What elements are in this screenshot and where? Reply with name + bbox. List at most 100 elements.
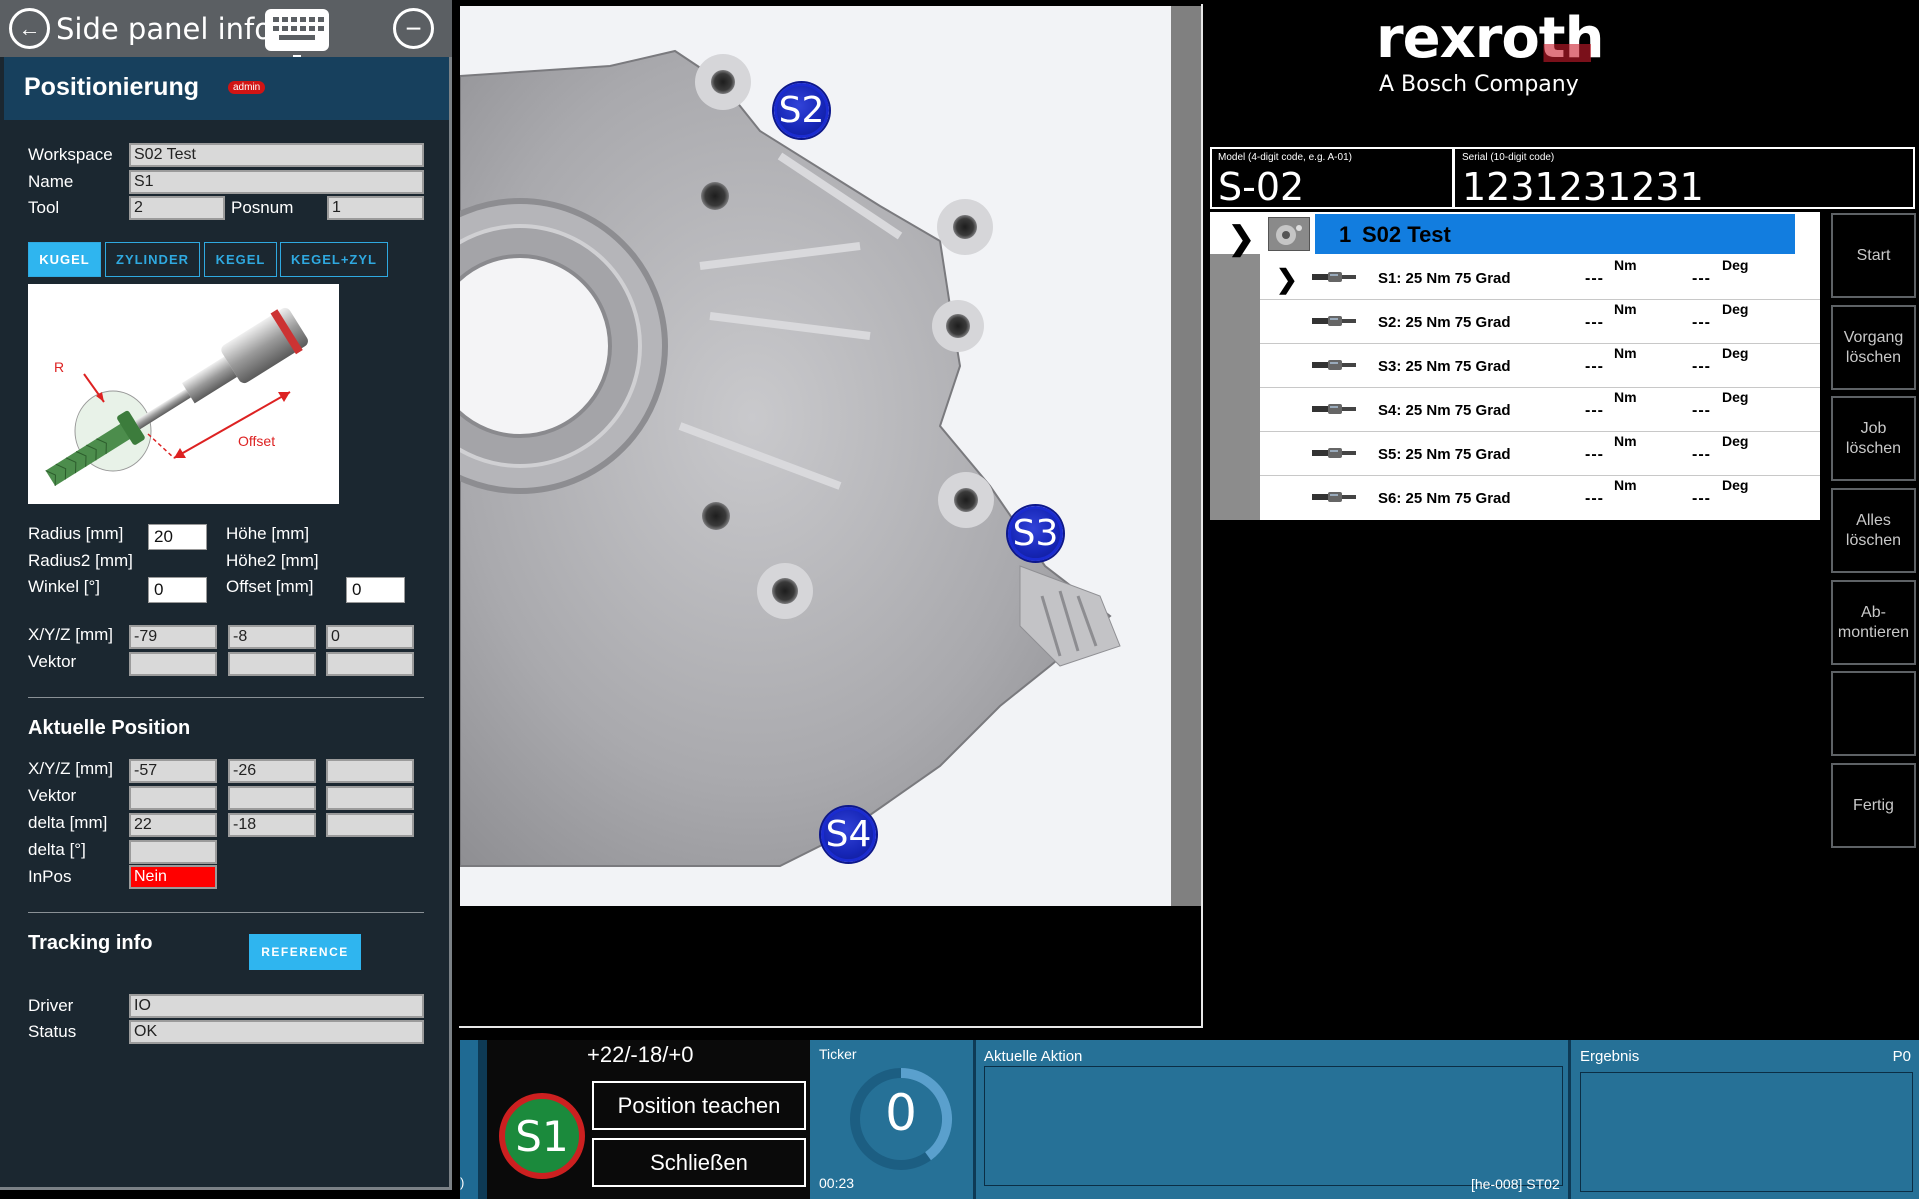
job-loeschen-button[interactable]: Job löschen bbox=[1831, 396, 1916, 481]
image-scrollbar[interactable] bbox=[1171, 6, 1201, 906]
y-field[interactable]: -8 bbox=[228, 625, 316, 649]
step-nm-value: --- bbox=[1585, 358, 1604, 375]
empty-button[interactable] bbox=[1831, 671, 1916, 756]
delta-y-field: -18 bbox=[228, 813, 316, 837]
step-row[interactable]: ❯ S1: 25 Nm 75 Grad --- Nm --- Deg bbox=[1260, 256, 1820, 300]
action-content-box bbox=[984, 1066, 1563, 1186]
schliessen-button[interactable]: Schließen bbox=[592, 1138, 806, 1187]
step-row[interactable]: S2: 25 Nm 75 Grad --- Nm --- Deg bbox=[1260, 300, 1820, 344]
minimize-icon[interactable]: − bbox=[393, 8, 434, 49]
step-row[interactable]: S4: 25 Nm 75 Grad --- Nm --- Deg bbox=[1260, 388, 1820, 432]
divider bbox=[28, 697, 424, 698]
section-header: Positionierung admin bbox=[4, 57, 449, 120]
vorgang-loeschen-button[interactable]: Vorgang löschen bbox=[1831, 305, 1916, 390]
action-label: Aktuelle Aktion bbox=[984, 1048, 1083, 1065]
serial-box[interactable]: Serial (10-digit code) 1231231231 bbox=[1453, 147, 1915, 209]
fertig-button[interactable]: Fertig bbox=[1831, 763, 1916, 848]
posnum-field[interactable]: 1 bbox=[327, 196, 424, 220]
radius-input[interactable]: 20 bbox=[148, 524, 207, 550]
cur-x-field: -57 bbox=[129, 759, 217, 783]
side-panel: ← Side panel inform − Positionierung adm… bbox=[0, 0, 452, 1190]
brand-tagline: A Bosch Company bbox=[1379, 72, 1579, 97]
action-panel: Aktuelle Aktion [he-008] ST02 bbox=[973, 1040, 1568, 1199]
step-row[interactable]: S3: 25 Nm 75 Grad --- Nm --- Deg bbox=[1260, 344, 1820, 388]
cur-z-field bbox=[326, 759, 414, 783]
brand-stripe bbox=[1376, 44, 1591, 62]
result-code: P0 bbox=[1892, 1048, 1911, 1065]
admin-badge: admin bbox=[228, 81, 266, 94]
step-label: S3: 25 Nm 75 Grad bbox=[1378, 358, 1511, 375]
step-nm-unit: Nm bbox=[1614, 345, 1637, 361]
radius-label: Radius [mm] bbox=[28, 524, 124, 543]
radius2-label: Radius2 [mm] bbox=[28, 551, 133, 570]
ticker-time: 00:23 bbox=[819, 1175, 855, 1191]
status-field[interactable]: OK bbox=[129, 1020, 424, 1044]
mode-zylinder-button[interactable]: ZYLINDER bbox=[105, 242, 200, 277]
back-arrow-icon[interactable]: ← bbox=[9, 8, 50, 49]
position-teachen-button[interactable]: Position teachen bbox=[592, 1081, 806, 1130]
mode-diagram: R Offset bbox=[28, 284, 339, 504]
step-deg-unit: Deg bbox=[1722, 433, 1749, 449]
keyboard-icon[interactable] bbox=[265, 9, 329, 59]
expand-chevron-icon[interactable]: ❯ bbox=[1228, 219, 1255, 257]
step-deg-value: --- bbox=[1692, 314, 1711, 331]
divider bbox=[28, 912, 424, 913]
vektor-label: Vektor bbox=[28, 652, 77, 671]
job-list-gutter bbox=[1210, 254, 1260, 520]
abmontieren-button[interactable]: Ab-montieren bbox=[1831, 580, 1916, 665]
step-deg-unit: Deg bbox=[1722, 301, 1749, 317]
delta-x-field: 22 bbox=[129, 813, 217, 837]
offset-input[interactable]: 0 bbox=[346, 577, 405, 603]
step-row[interactable]: S6: 25 Nm 75 Grad --- Nm --- Deg bbox=[1260, 476, 1820, 520]
driver-label: Driver bbox=[28, 996, 74, 1015]
serial-value: 1231231231 bbox=[1462, 165, 1704, 209]
step-chevron-icon: ❯ bbox=[1276, 264, 1298, 294]
driver-field[interactable]: IO bbox=[129, 994, 424, 1018]
mode-kugel-button[interactable]: KUGEL bbox=[28, 242, 101, 277]
mode-kegel-button[interactable]: KEGEL bbox=[204, 242, 277, 277]
housing-part-image bbox=[372, 49, 1121, 867]
screwdriver-icon bbox=[1312, 272, 1356, 282]
step-deg-value: --- bbox=[1692, 358, 1711, 375]
delta-readout: +22/-18/+0 bbox=[587, 1042, 694, 1067]
mode-kegel-zyl-button[interactable]: KEGEL+ZYL bbox=[280, 242, 388, 277]
step-deg-value: --- bbox=[1692, 270, 1711, 287]
workspace-field[interactable]: S02 Test bbox=[129, 143, 424, 167]
cur-vektor-y-field bbox=[228, 786, 316, 810]
z-field[interactable]: 0 bbox=[326, 625, 414, 649]
model-box[interactable]: Model (4-digit code, e.g. A-01) S-02 bbox=[1210, 147, 1454, 209]
vektor-y-field[interactable] bbox=[228, 652, 316, 676]
start-button[interactable]: Start bbox=[1831, 213, 1916, 298]
vektor-z-field[interactable] bbox=[326, 652, 414, 676]
diagram-offset-label: Offset bbox=[238, 433, 275, 449]
x-field[interactable]: -79 bbox=[129, 625, 217, 649]
serial-label: Serial (10-digit code) bbox=[1462, 152, 1555, 163]
job-selected-row[interactable]: 1 S02 Test bbox=[1315, 214, 1795, 254]
step-nm-unit: Nm bbox=[1614, 257, 1637, 273]
step-row[interactable]: S5: 25 Nm 75 Grad --- Nm --- Deg bbox=[1260, 432, 1820, 476]
job-thumbnail bbox=[1268, 217, 1310, 251]
name-field[interactable]: S1 bbox=[129, 170, 424, 194]
vektor-x-field[interactable] bbox=[129, 652, 217, 676]
step-label: S6: 25 Nm 75 Grad bbox=[1378, 490, 1511, 507]
step-deg-value: --- bbox=[1692, 402, 1711, 419]
reference-button[interactable]: REFERENCE bbox=[249, 934, 361, 970]
delta-deg-label: delta [°] bbox=[28, 840, 86, 859]
tool-field[interactable]: 2 bbox=[129, 196, 225, 220]
step-nm-value: --- bbox=[1585, 490, 1604, 507]
alles-loeschen-button[interactable]: Alles löschen bbox=[1831, 488, 1916, 573]
step-nm-unit: Nm bbox=[1614, 477, 1637, 493]
step-nm-unit: Nm bbox=[1614, 389, 1637, 405]
step-nm-value: --- bbox=[1585, 446, 1604, 463]
step-nm-unit: Nm bbox=[1614, 301, 1637, 317]
current-step-indicator: S1 bbox=[499, 1093, 585, 1179]
step-label: S5: 25 Nm 75 Grad bbox=[1378, 446, 1511, 463]
hoehe2-label: Höhe2 [mm] bbox=[226, 551, 319, 570]
pin-s2[interactable]: S2 bbox=[774, 83, 829, 138]
pin-s3[interactable]: S3 bbox=[1008, 506, 1063, 561]
step-deg-value: --- bbox=[1692, 490, 1711, 507]
winkel-input[interactable]: 0 bbox=[148, 577, 207, 603]
pin-s4[interactable]: S4 bbox=[821, 807, 876, 862]
cur-vektor-z-field bbox=[326, 786, 414, 810]
step-label: S1: 25 Nm 75 Grad bbox=[1378, 270, 1511, 287]
